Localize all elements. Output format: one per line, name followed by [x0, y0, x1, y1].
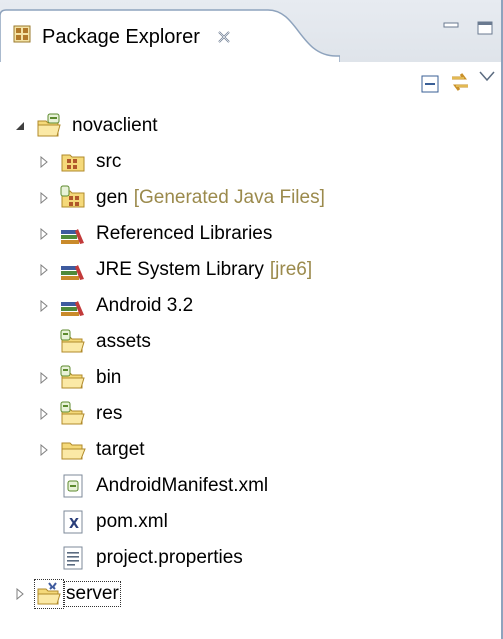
tree-item-res[interactable]: res — [36, 396, 122, 432]
library-icon — [60, 221, 86, 247]
view-tab-strip: Package Explorer — [0, 0, 503, 64]
close-x-icon[interactable] — [214, 27, 234, 47]
collapsed-arrow-icon[interactable] — [36, 180, 52, 216]
tree-item-label: src — [96, 151, 122, 172]
xml-file-icon: X — [60, 509, 86, 535]
tree-item-android-3-2[interactable]: Android 3.2 — [36, 288, 193, 324]
tree-item-label: gen — [96, 187, 128, 208]
package-explorer-view: Package Explorer novaclient src gen [Gen… — [0, 0, 503, 639]
project-folder-icon — [34, 579, 64, 609]
tree-item-label: pom.xml — [96, 511, 168, 532]
tree-item-label: server — [64, 581, 121, 607]
tree-item-label: project.properties — [96, 547, 243, 568]
library-icon — [60, 257, 86, 283]
generated-source-folder-icon — [60, 185, 86, 211]
collapsed-arrow-icon[interactable] — [36, 396, 52, 432]
tree-item-bin[interactable]: bin — [36, 360, 121, 396]
tree-item-assets[interactable]: assets — [36, 324, 151, 360]
tree-item-label: assets — [96, 331, 151, 352]
properties-file-icon — [60, 545, 86, 571]
collapsed-arrow-icon[interactable] — [36, 144, 52, 180]
android-folder-icon — [60, 329, 86, 355]
tree-item-decoration: [Generated Java Files] — [133, 187, 325, 208]
android-manifest-file-icon — [60, 473, 86, 499]
tree-item-androidmanifest-xml[interactable]: AndroidManifest.xml — [36, 468, 268, 504]
view-toolbar — [0, 62, 503, 104]
maximize-icon[interactable] — [476, 20, 494, 36]
view-menu-chevron-icon[interactable] — [477, 64, 497, 88]
package-explorer-icon — [12, 24, 32, 50]
collapsed-arrow-icon[interactable] — [36, 360, 52, 396]
collapse-all-icon[interactable] — [418, 72, 442, 96]
tree-item-label: novaclient — [72, 115, 158, 136]
package-explorer-tab[interactable]: Package Explorer — [12, 22, 234, 52]
tab-title: Package Explorer — [42, 25, 200, 48]
minimize-icon[interactable] — [442, 20, 460, 36]
link-with-editor-icon[interactable] — [448, 70, 472, 94]
library-icon — [60, 293, 86, 319]
tree-item-label: Android 3.2 — [96, 295, 194, 316]
tree-item-label: target — [96, 439, 145, 460]
tree-item-gen[interactable]: gen [Generated Java Files] — [36, 180, 325, 216]
collapsed-arrow-icon[interactable] — [12, 576, 28, 612]
expanded-arrow-icon[interactable] — [12, 108, 28, 144]
tree-item-label: JRE System Library — [96, 259, 264, 280]
android-folder-icon — [60, 365, 86, 391]
tree-item-decoration: [jre6] — [269, 259, 313, 280]
collapsed-arrow-icon[interactable] — [36, 216, 52, 252]
source-folder-icon — [60, 149, 86, 175]
tree-item-target[interactable]: target — [36, 432, 145, 468]
collapsed-arrow-icon[interactable] — [36, 252, 52, 288]
tree-item-label: AndroidManifest.xml — [96, 475, 269, 496]
folder-icon — [60, 437, 86, 463]
android-project-icon — [36, 113, 62, 139]
tree-item-server[interactable]: server — [12, 576, 121, 612]
android-folder-icon — [60, 401, 86, 427]
tree-item-label: Referenced Libraries — [96, 223, 273, 244]
tree-item-novaclient[interactable]: novaclient — [12, 108, 158, 144]
collapsed-arrow-icon[interactable] — [36, 288, 52, 324]
collapsed-arrow-icon[interactable] — [36, 432, 52, 468]
tree-item-project-properties[interactable]: project.properties — [36, 540, 243, 576]
project-tree: novaclient src gen [Generated Java Files… — [0, 108, 503, 639]
tree-item-jre-system-library[interactable]: JRE System Library [jre6] — [36, 252, 312, 288]
tree-item-referenced-libraries[interactable]: Referenced Libraries — [36, 216, 272, 252]
tree-item-pom-xml[interactable]: X pom.xml — [36, 504, 168, 540]
tree-item-label: res — [96, 403, 123, 424]
tree-item-label: bin — [96, 367, 122, 388]
tree-item-src[interactable]: src — [36, 144, 121, 180]
svg-text:X: X — [69, 517, 79, 532]
